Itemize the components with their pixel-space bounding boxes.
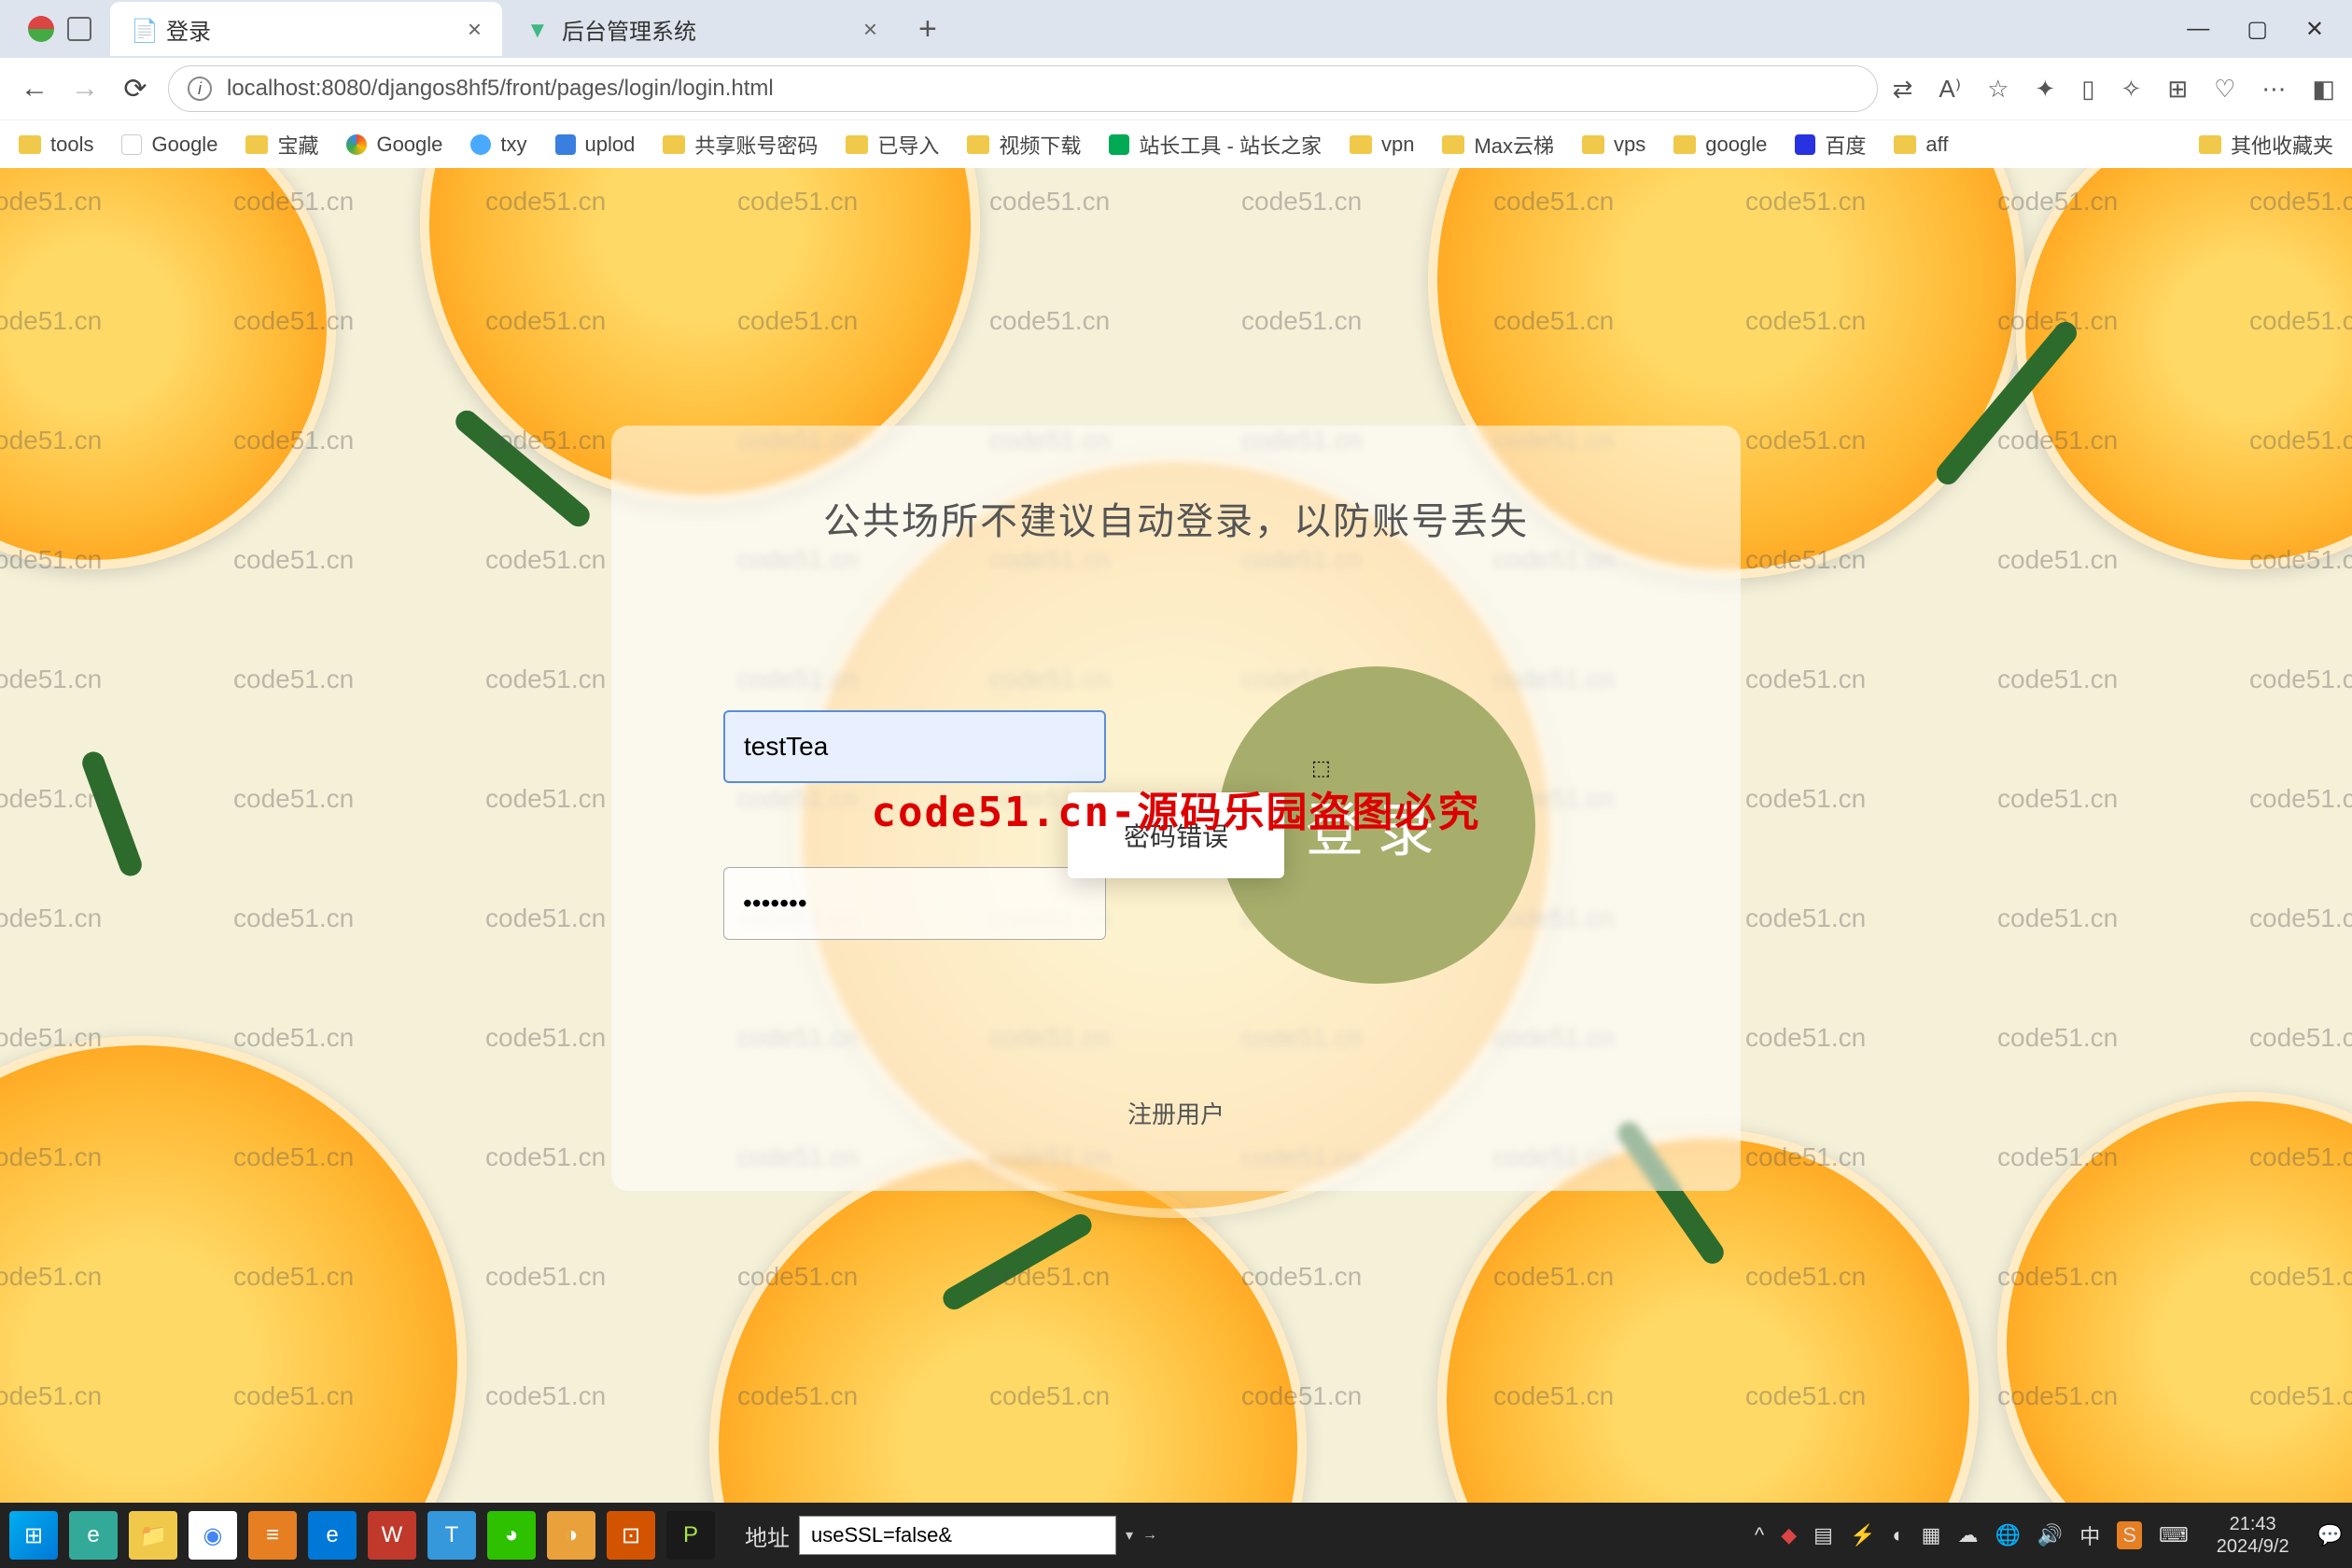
close-icon[interactable]: × (863, 15, 877, 44)
extension-icon[interactable]: ✦ (2035, 75, 2055, 104)
back-button[interactable]: ← (17, 71, 52, 106)
clock-time: 21:43 (2217, 1513, 2289, 1535)
taskbar-app-xm[interactable]: ⊡ (607, 1511, 655, 1560)
page-viewport: code51.cncode51.cncode51.cncode51.cncode… (0, 168, 2352, 1503)
password-input[interactable] (723, 867, 1106, 940)
tray-volume-icon[interactable]: 🔊 (2037, 1523, 2063, 1547)
address-bar: ← → ⟳ i localhost:8080/djangos8hf5/front… (0, 58, 2352, 119)
taskbar-app-pycharm[interactable]: P (666, 1511, 715, 1560)
tray-keyboard-icon[interactable]: ⌨ (2159, 1523, 2189, 1547)
start-button[interactable]: ⊞ (9, 1511, 58, 1560)
close-window-button[interactable]: ✕ (2305, 16, 2324, 43)
tray-xm-icon[interactable]: ▦ (1922, 1523, 1941, 1547)
bookmark-google2[interactable]: Google (346, 133, 442, 157)
tray-wifi-icon[interactable]: ⚡ (1850, 1523, 1875, 1547)
more-icon[interactable]: ⋯ (2261, 75, 2286, 104)
tray-ime-icon[interactable]: 中 (2079, 1520, 2100, 1550)
site-info-icon[interactable]: i (188, 77, 212, 101)
bookmark-google-folder[interactable]: google (1673, 133, 1767, 157)
bookmark-aff[interactable]: aff (1894, 133, 1948, 157)
page-icon: 📄 (131, 18, 153, 40)
new-tab-button[interactable]: + (902, 11, 954, 48)
close-icon[interactable]: × (468, 15, 482, 44)
tray-app1-icon[interactable]: ◆ (1781, 1523, 1797, 1547)
taskbar-app-edge-legacy[interactable]: e (69, 1511, 118, 1560)
sidebar-icon[interactable]: ▯ (2081, 75, 2094, 104)
taskbar-addr-label: 地址 (745, 1519, 790, 1552)
taskbar-app-todesk[interactable]: T (427, 1511, 476, 1560)
bookmark-vps[interactable]: vps (1582, 133, 1645, 157)
tray-up-icon[interactable]: ^ (1755, 1523, 1764, 1547)
url-text: localhost:8080/djangos8hf5/front/pages/l… (227, 76, 774, 102)
taskbar-app-explorer[interactable]: 📁 (129, 1511, 177, 1560)
bookmark-treasure[interactable]: 宝藏 (245, 130, 318, 160)
taskbar-addr-dropdown-icon[interactable]: ▾ (1126, 1526, 1133, 1545)
minimize-button[interactable]: — (2187, 16, 2209, 43)
username-input[interactable] (723, 710, 1106, 783)
copilot-icon[interactable]: ◧ (2312, 75, 2335, 104)
tab-title: 后台管理系统 (562, 13, 696, 46)
tray-onedrive-icon[interactable]: ☁ (1957, 1523, 1978, 1547)
url-input[interactable]: i localhost:8080/djangos8hf5/front/pages… (168, 65, 1878, 112)
vue-icon: ▼ (526, 18, 549, 40)
bookmark-webmaster[interactable]: 站长工具 - 站长之家 (1109, 130, 1322, 160)
bookmark-vpn[interactable]: vpn (1350, 133, 1414, 157)
clock-date: 2024/9/2 (2217, 1535, 2289, 1558)
forward-button[interactable]: → (67, 71, 103, 106)
profile-icon[interactable] (28, 16, 54, 42)
maximize-button[interactable]: ▢ (2247, 16, 2268, 43)
bookmark-uplod[interactable]: uplod (555, 133, 636, 157)
tray-notifications-icon[interactable]: 💬 (2317, 1523, 2343, 1547)
tray-network-icon[interactable]: 🌐 (1995, 1523, 2020, 1547)
bookmarks-bar: tools Google 宝藏 Google txy uplod 共享账号密码 … (0, 119, 2352, 168)
taskbar-app-open[interactable]: ◑ (547, 1511, 595, 1560)
register-link[interactable]: 注册用户 (686, 1096, 1666, 1130)
read-aloud-icon[interactable]: A⁾ (1939, 75, 1961, 104)
favorite-icon[interactable]: ☆ (1987, 75, 2009, 104)
workspace-icon[interactable] (67, 17, 91, 41)
refresh-button[interactable]: ⟳ (118, 71, 153, 106)
bookmark-other[interactable]: 其他收藏夹 (2199, 130, 2333, 160)
taskbar-addr-go-icon[interactable]: → (1142, 1527, 1157, 1544)
app-icon[interactable]: ⊞ (2167, 75, 2188, 104)
tray-app2-icon[interactable]: ◐ (1892, 1523, 1904, 1547)
taskbar-app-edge[interactable]: e (308, 1511, 357, 1560)
browser-chrome: 📄 登录 × ▼ 后台管理系统 × + — ▢ ✕ ← → ⟳ i localh… (0, 0, 2352, 168)
bookmark-google[interactable]: Google (121, 133, 217, 157)
bookmark-video-download[interactable]: 视频下载 (967, 130, 1081, 160)
overlay-watermark-text: code51.cn-源码乐园盗图必究 (872, 778, 1481, 838)
tab-active[interactable]: 📄 登录 × (110, 2, 502, 56)
taskbar-addr-input[interactable] (799, 1516, 1116, 1555)
login-warning-text: 公共场所不建议自动登录，以防账号丢失 (686, 491, 1666, 545)
tab-strip: 📄 登录 × ▼ 后台管理系统 × + — ▢ ✕ (0, 0, 2352, 58)
tray-notes-icon[interactable]: ▤ (1813, 1523, 1833, 1547)
bookmark-baidu[interactable]: 百度 (1795, 130, 1866, 160)
translate-icon[interactable]: ⇄ (1893, 75, 1913, 104)
taskbar-clock[interactable]: 21:43 2024/9/2 (2205, 1513, 2301, 1558)
tray-sogou-icon[interactable]: S (2117, 1521, 2142, 1549)
bookmark-tools[interactable]: tools (19, 133, 93, 157)
taskbar: ⊞ e 📁 ◉ ≡ e W T ◕ ◑ ⊡ P 地址 ▾ → ^ ◆ ▤ ⚡ ◐… (0, 1503, 2352, 1568)
taskbar-app-wps[interactable]: W (368, 1511, 416, 1560)
bookmark-max[interactable]: Max云梯 (1442, 130, 1554, 160)
cursor-icon: ⬚ (1311, 756, 1331, 780)
share-icon[interactable]: ♡ (2214, 75, 2235, 104)
collections-icon[interactable]: ✧ (2121, 75, 2142, 104)
tab-inactive[interactable]: ▼ 后台管理系统 × (506, 2, 898, 56)
bookmark-share-accounts[interactable]: 共享账号密码 (663, 130, 818, 160)
taskbar-app-sublime[interactable]: ≡ (248, 1511, 297, 1560)
bookmark-imported[interactable]: 已导入 (846, 130, 939, 160)
bookmark-txy[interactable]: txy (470, 133, 526, 157)
taskbar-app-wechat[interactable]: ◕ (487, 1511, 536, 1560)
taskbar-app-chrome[interactable]: ◉ (189, 1511, 237, 1560)
tab-title: 登录 (166, 13, 211, 46)
